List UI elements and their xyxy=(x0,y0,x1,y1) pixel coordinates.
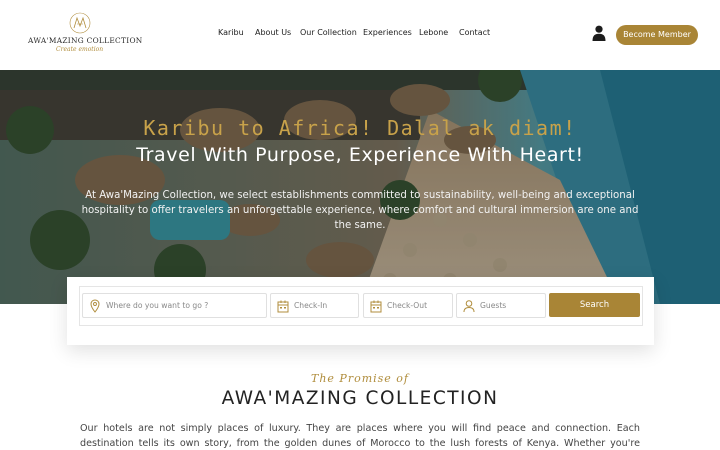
checkin-input[interactable]: Check-In xyxy=(270,293,359,318)
hero-description: At Awa'Mazing Collection, we select esta… xyxy=(81,190,639,231)
promise-body: Our hotels are not simply places of luxu… xyxy=(80,423,640,449)
brand-tagline: Create emotion xyxy=(56,46,104,53)
checkin-placeholder: Check-In xyxy=(294,301,328,310)
nav-item-lebone[interactable]: Lebone xyxy=(419,28,448,42)
calendar-icon xyxy=(277,300,289,313)
location-pin-icon xyxy=(90,299,100,313)
hero-overlay xyxy=(0,70,720,304)
checkout-placeholder: Check-Out xyxy=(387,301,428,310)
user-icon xyxy=(463,300,475,313)
nav-item-contact[interactable]: Contact xyxy=(459,28,490,42)
become-member-button[interactable]: Become Member xyxy=(616,25,698,45)
guests-placeholder: Guests xyxy=(480,301,507,310)
nav-item-karibu[interactable]: Karibu xyxy=(218,28,244,42)
destination-input[interactable]: Where do you want to go ? xyxy=(82,293,267,318)
hero-title: Travel With Purpose, Experience With Hea… xyxy=(136,144,584,166)
guests-input[interactable]: Guests xyxy=(456,293,546,318)
user-icon[interactable] xyxy=(592,25,606,41)
site-header: AWA'MAZING COLLECTION Create emotion Kar… xyxy=(0,0,720,70)
calendar-icon xyxy=(370,300,382,313)
brand-logo[interactable]: AWA'MAZING COLLECTION Create emotion xyxy=(28,12,143,56)
nav-item-our-collection[interactable]: Our Collection xyxy=(300,28,357,42)
logo-monogram-icon xyxy=(69,12,91,34)
hero-section: Karibu to Africa! Dalal ak diam! Travel … xyxy=(0,70,720,304)
checkout-input[interactable]: Check-Out xyxy=(363,293,453,318)
promise-title: AWA'MAZING COLLECTION xyxy=(221,388,499,409)
nav-item-about-us[interactable]: About Us xyxy=(255,28,291,42)
destination-placeholder: Where do you want to go ? xyxy=(106,301,209,310)
promise-script-heading: The Promise of xyxy=(310,372,409,385)
nav-item-experiences[interactable]: Experiences xyxy=(363,28,412,42)
search-button[interactable]: Search xyxy=(549,293,640,317)
hero-greeting: Karibu to Africa! Dalal ak diam! xyxy=(143,116,577,140)
brand-name: AWA'MAZING COLLECTION xyxy=(28,36,143,45)
